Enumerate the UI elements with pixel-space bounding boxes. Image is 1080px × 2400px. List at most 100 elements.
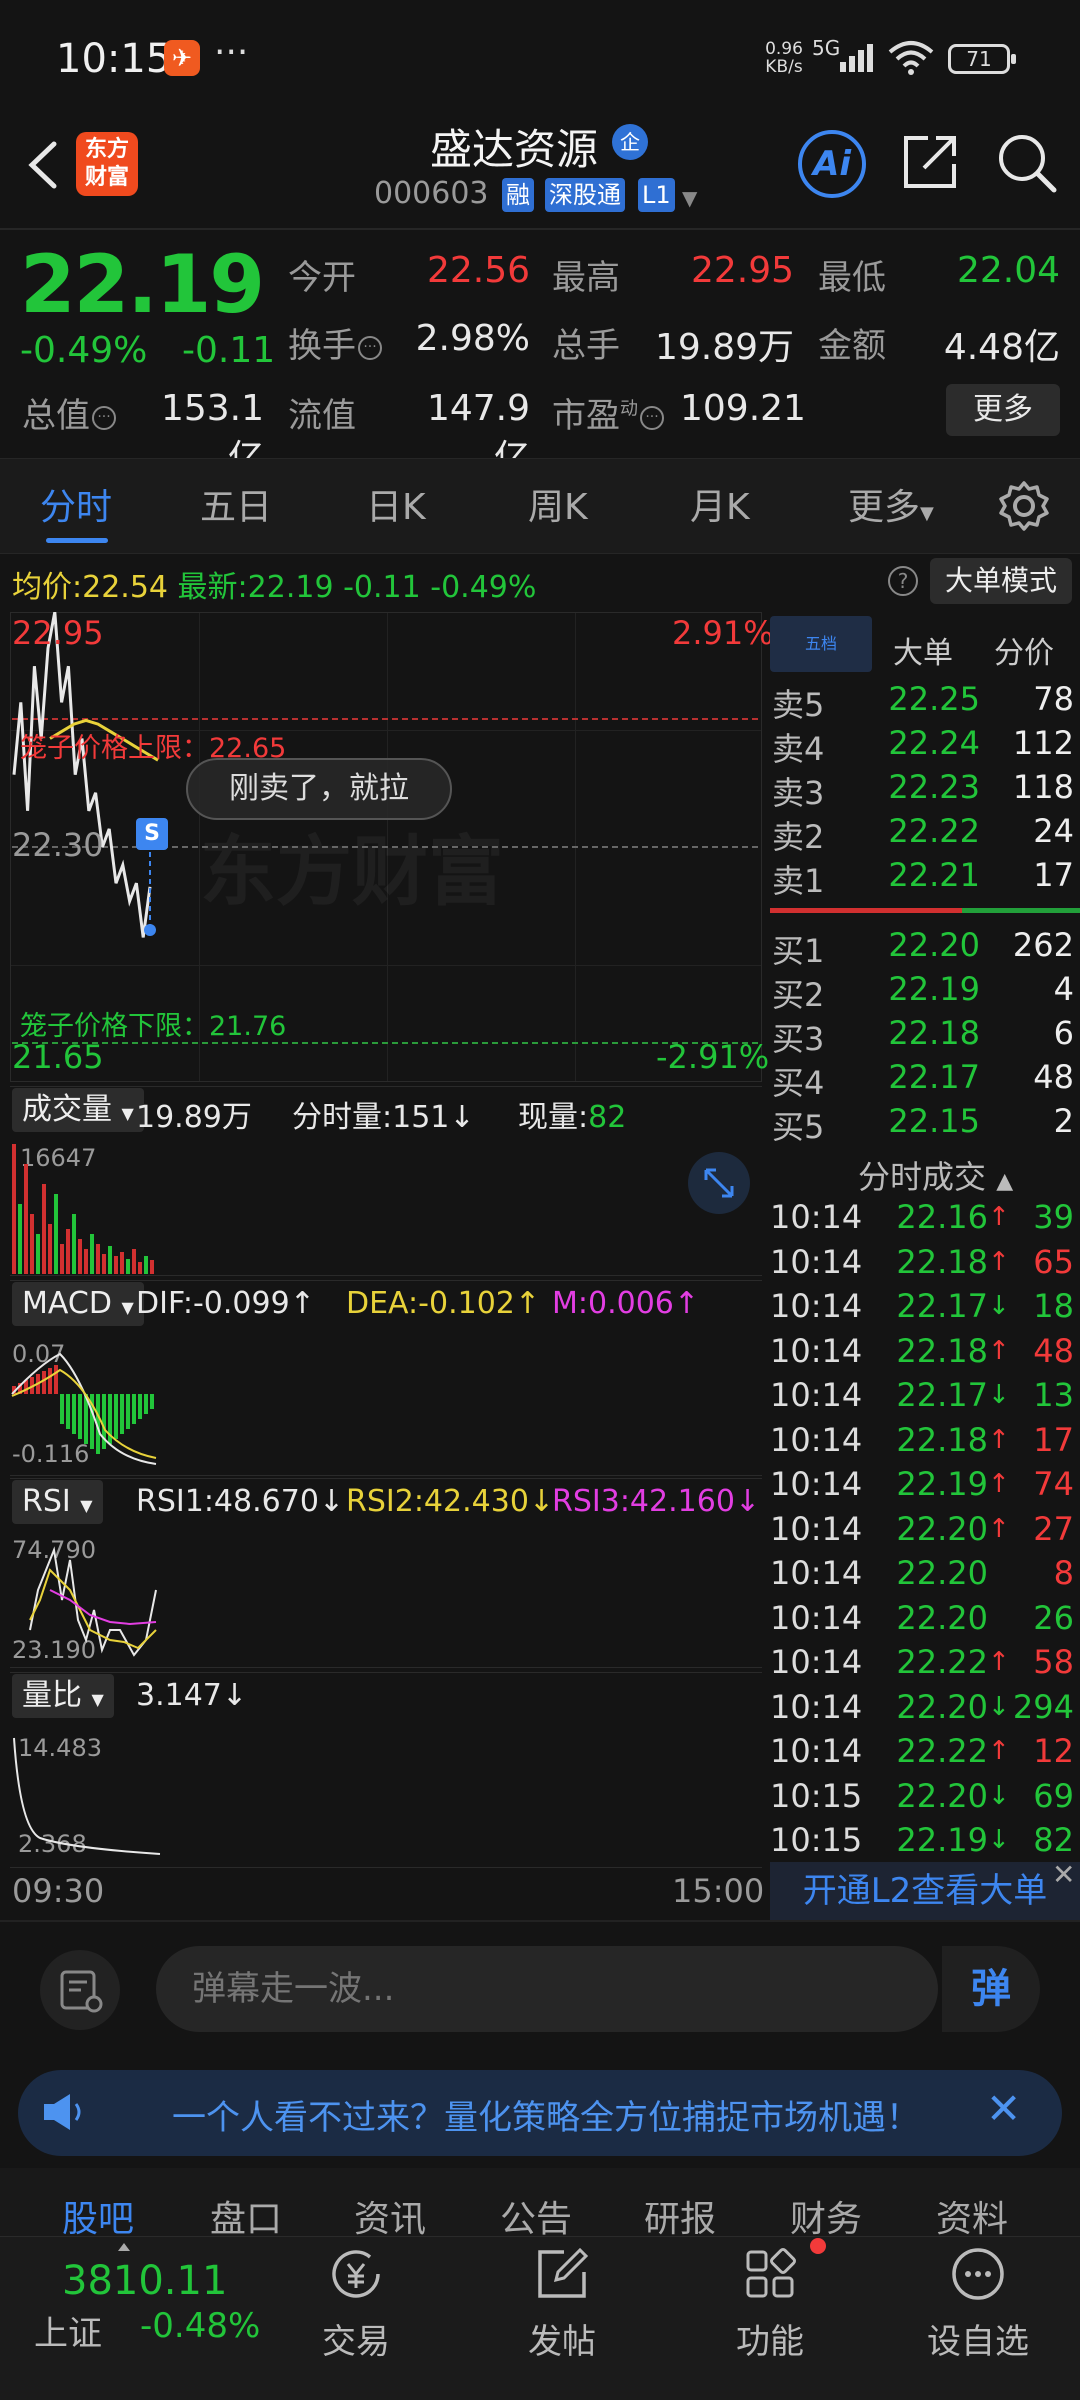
expand-icon[interactable] xyxy=(688,1152,750,1214)
tab-intraday[interactable]: 分时 xyxy=(40,478,112,530)
tick-price: 22.20 xyxy=(896,1687,988,1726)
tab-research[interactable]: 研报 xyxy=(644,2190,716,2242)
macd-indicator-select[interactable]: MACD ▼ xyxy=(12,1282,144,1326)
net-speed: 0.96 KB/s xyxy=(760,40,808,76)
tick-time: 10:14 xyxy=(770,1198,863,1236)
tick-price: 22.18 xyxy=(896,1331,988,1370)
tag-margin[interactable]: 融 xyxy=(502,178,534,212)
close-icon[interactable]: ✕ xyxy=(1052,1858,1075,1891)
tab-profile[interactable]: 资料 xyxy=(936,2190,1008,2242)
tick-volume: 26 xyxy=(1033,1598,1074,1637)
tab-price-breakdown[interactable]: 分价 xyxy=(994,628,1054,672)
total-hands-value: 19.89万 xyxy=(654,327,794,368)
help-icon[interactable]: ? xyxy=(888,566,918,596)
avg-label: 均价: xyxy=(12,570,83,605)
info-icon[interactable]: ··· xyxy=(92,405,116,430)
gear-icon[interactable] xyxy=(998,480,1050,532)
tick-volume: 294 xyxy=(1012,1687,1074,1726)
pe-label[interactable]: 市盈动 ··· xyxy=(552,388,664,437)
avg-price-row: 均价:22.54 最新:22.19 -0.11 -0.49% xyxy=(12,562,536,606)
tab-more[interactable]: 更多▼ xyxy=(848,478,934,530)
share-icon[interactable] xyxy=(900,132,960,192)
tab-five-day[interactable]: 五日 xyxy=(200,478,272,530)
price-axis-high: 22.95 xyxy=(12,614,104,652)
turnover-label[interactable]: 换手 ··· xyxy=(288,318,382,367)
nav-watchlist[interactable]: 设自选 xyxy=(908,2244,1048,2363)
pct-axis-high: 2.91% xyxy=(672,614,774,652)
tag-level1[interactable]: L1 xyxy=(638,178,675,212)
close-icon[interactable]: ✕ xyxy=(986,2084,1021,2133)
brand-logo[interactable]: 东方 财富 xyxy=(76,132,138,196)
volume-bar xyxy=(78,1239,82,1274)
volume-ratio-select[interactable]: 量比 ▼ xyxy=(12,1674,114,1718)
tick-price: 22.20 xyxy=(896,1554,988,1592)
danmu-list-icon[interactable] xyxy=(40,1950,120,2030)
volume-bar xyxy=(36,1234,40,1274)
info-icon[interactable]: ··· xyxy=(640,405,664,430)
wifi-icon xyxy=(888,41,934,75)
macd-bar xyxy=(150,1394,154,1409)
tab-order-book[interactable]: 盘口 xyxy=(210,2190,282,2242)
nav-watchlist-label: 设自选 xyxy=(927,2322,1029,2362)
tab-forum[interactable]: 股吧 xyxy=(62,2190,134,2242)
index-name[interactable]: 上证 xyxy=(34,2306,102,2355)
tab-weekly-k[interactable]: 周K xyxy=(528,478,588,530)
rsi-indicator-select[interactable]: RSI ▼ xyxy=(12,1480,103,1524)
total-cap-label[interactable]: 总值 ··· xyxy=(22,388,116,437)
tab-financials[interactable]: 财务 xyxy=(790,2190,862,2242)
tick-time: 10:14 xyxy=(770,1598,863,1637)
ask-price: 22.24 xyxy=(888,724,980,762)
index-value[interactable]: 3810.11 xyxy=(62,2258,227,2304)
danmu-input[interactable] xyxy=(156,1946,938,2032)
ticks-title-label: 分时成交 xyxy=(858,1158,987,1196)
volume-indicator-label: 成交量 xyxy=(22,1092,112,1127)
stock-name[interactable]: 盛达资源 xyxy=(430,116,598,177)
promo-text[interactable]: 一个人看不过来？量化策略全方位捕捉市场机遇！ xyxy=(172,2090,920,2139)
l2-upgrade-banner[interactable]: 开通L2查看大单 xyxy=(770,1862,1080,1920)
notification-dot xyxy=(810,2238,826,2254)
tick-time: 10:14 xyxy=(770,1287,863,1325)
info-icon[interactable]: ··· xyxy=(358,335,382,360)
search-icon[interactable] xyxy=(996,132,1058,194)
chevron-down-icon[interactable]: ▼ xyxy=(682,186,697,210)
enterprise-badge[interactable]: 企 xyxy=(612,124,648,160)
stock-code[interactable]: 000603 xyxy=(374,176,489,211)
nav-trade-label: 交易 xyxy=(322,2322,390,2362)
tab-monthly-k[interactable]: 月K xyxy=(690,478,750,530)
volume-indicator-select[interactable]: 成交量 ▼ xyxy=(12,1088,144,1132)
big-order-mode-button[interactable]: 大单模式 xyxy=(930,558,1072,604)
avg-value: 22.54 xyxy=(82,570,168,605)
macd-bar xyxy=(78,1394,82,1439)
tag-shenzhen-connect[interactable]: 深股通 xyxy=(545,178,625,212)
volume-bar xyxy=(30,1214,34,1274)
tick-volume: 18 xyxy=(1033,1287,1074,1325)
tab-big-orders[interactable]: 大单 xyxy=(893,628,953,672)
danmu-send-button[interactable]: 弹 xyxy=(942,1946,1040,2032)
latest-percent: -0.49% xyxy=(430,570,537,605)
nav-post[interactable]: 发帖 xyxy=(492,2244,632,2363)
more-button[interactable]: 更多 xyxy=(946,384,1060,436)
latest-change: -0.11 xyxy=(343,570,421,605)
tab-announcements[interactable]: 公告 xyxy=(500,2190,572,2242)
volume-bar xyxy=(114,1256,118,1274)
ticks-title[interactable]: 分时成交 ▲ xyxy=(858,1152,1013,1198)
last-price: 22.19 xyxy=(20,238,265,331)
danmu-bubble[interactable]: 刚卖了，就拉 xyxy=(186,758,452,820)
ai-assistant-icon[interactable]: Ai xyxy=(798,130,866,198)
back-icon[interactable] xyxy=(18,130,68,200)
chevron-up-icon[interactable] xyxy=(118,2236,130,2251)
tab-daily-k[interactable]: 日K xyxy=(366,478,426,530)
macd-bar xyxy=(66,1394,70,1429)
sell-marker-icon[interactable]: S xyxy=(136,818,168,850)
brand-logo-line1: 东方 xyxy=(84,137,129,162)
index-change[interactable]: -0.48% xyxy=(140,2306,260,2346)
tab-news[interactable]: 资讯 xyxy=(354,2190,426,2242)
volume-bar xyxy=(102,1254,106,1274)
divider xyxy=(0,228,1080,230)
tab-five-levels[interactable]: 五档 xyxy=(770,616,872,672)
macd-bar xyxy=(132,1394,136,1424)
nav-trade[interactable]: 交易 xyxy=(286,2244,426,2363)
notification-app-icon: ✈ xyxy=(164,40,200,76)
open-label: 今开 xyxy=(288,258,356,298)
nav-function[interactable]: 功能 xyxy=(700,2244,840,2363)
